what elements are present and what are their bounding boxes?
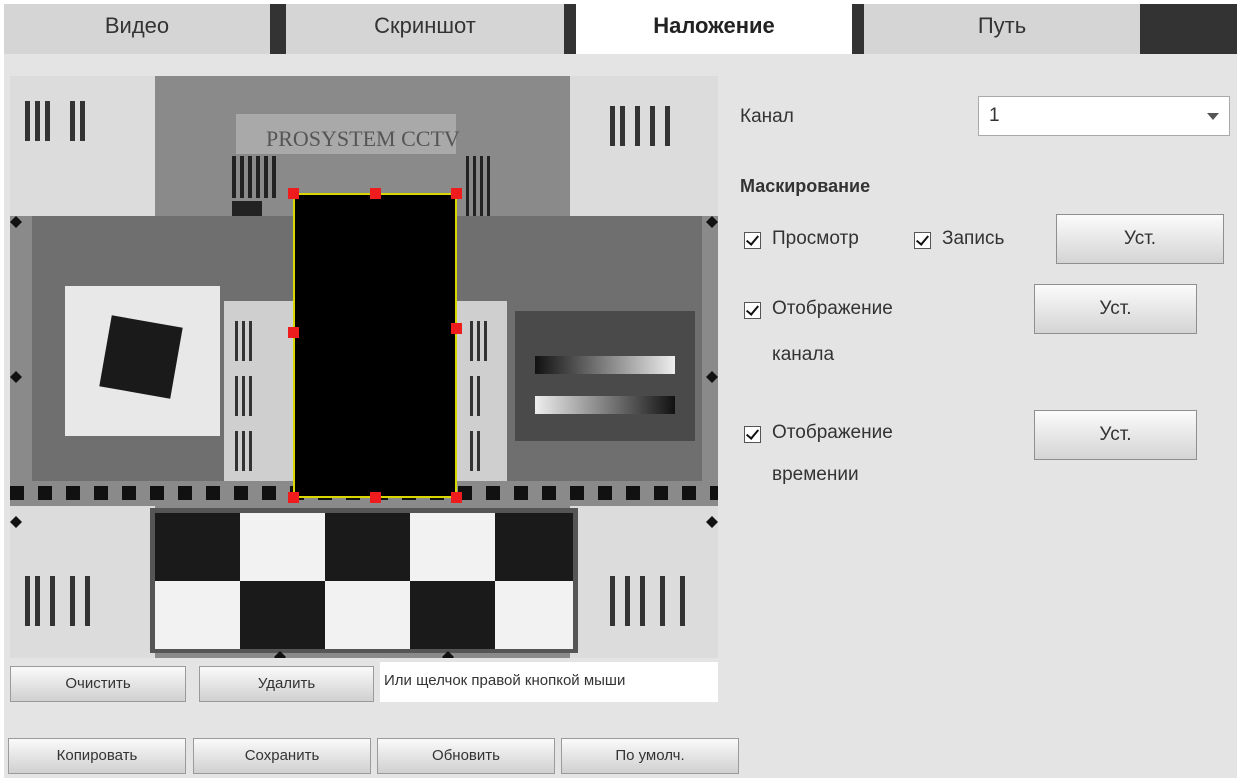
right-click-hint: Или щелчок правой кнопкой мыши — [380, 662, 718, 702]
copy-button[interactable]: Копировать — [8, 738, 186, 774]
mask-handle-right[interactable] — [451, 323, 462, 334]
overlay-settings-panel: PROSYSTEM CCTV Очистить Удалить Или щелч… — [4, 54, 1237, 778]
time-display-label-line1: Отображение — [772, 422, 893, 443]
channel-value: 1 — [989, 105, 1000, 126]
save-button[interactable]: Сохранить — [193, 738, 371, 774]
record-checkbox[interactable] — [914, 232, 931, 249]
mask-handle-top[interactable] — [370, 188, 381, 199]
tab-bar: Видео Скриншот Наложение Путь — [4, 4, 1237, 54]
preview-overlay-text: PROSYSTEM CCTV — [266, 126, 460, 151]
channel-display-set-button[interactable]: Уст. — [1034, 284, 1197, 334]
time-display-label-line2: времении — [772, 464, 859, 485]
channel-display-label-line2: канала — [772, 344, 835, 365]
masking-title: Маскирование — [740, 176, 871, 196]
tab-video[interactable]: Видео — [4, 4, 270, 54]
tab-overlay[interactable]: Наложение — [576, 4, 852, 54]
mask-handle-top-right[interactable] — [451, 188, 462, 199]
delete-button[interactable]: Удалить — [199, 666, 374, 702]
preview-checkbox[interactable] — [744, 232, 761, 249]
channel-display-checkbox[interactable] — [744, 302, 761, 319]
preview-label: Просмотр — [772, 228, 859, 249]
mask-handle-bottom[interactable] — [370, 492, 381, 503]
refresh-button[interactable]: Обновить — [377, 738, 555, 774]
channel-display-label-line1: Отображение — [772, 298, 893, 319]
privacy-mask-region[interactable] — [293, 193, 457, 498]
channel-label: Канал — [740, 106, 794, 127]
masking-set-button[interactable]: Уст. — [1056, 214, 1224, 264]
record-label: Запись — [942, 228, 1005, 249]
channel-select[interactable]: 1 — [978, 96, 1230, 136]
mask-handle-top-left[interactable] — [288, 188, 299, 199]
video-preview[interactable]: PROSYSTEM CCTV — [10, 76, 718, 658]
tab-path[interactable]: Путь — [864, 4, 1140, 54]
mask-handle-bottom-right[interactable] — [451, 492, 462, 503]
time-display-set-button[interactable]: Уст. — [1034, 410, 1197, 460]
time-display-checkbox[interactable] — [744, 426, 761, 443]
default-button[interactable]: По умолч. — [561, 738, 739, 774]
chevron-down-icon — [1207, 113, 1219, 120]
mask-handle-bottom-left[interactable] — [288, 492, 299, 503]
clear-button[interactable]: Очистить — [10, 666, 186, 702]
tab-screenshot[interactable]: Скриншот — [286, 4, 564, 54]
mask-handle-left[interactable] — [288, 327, 299, 338]
